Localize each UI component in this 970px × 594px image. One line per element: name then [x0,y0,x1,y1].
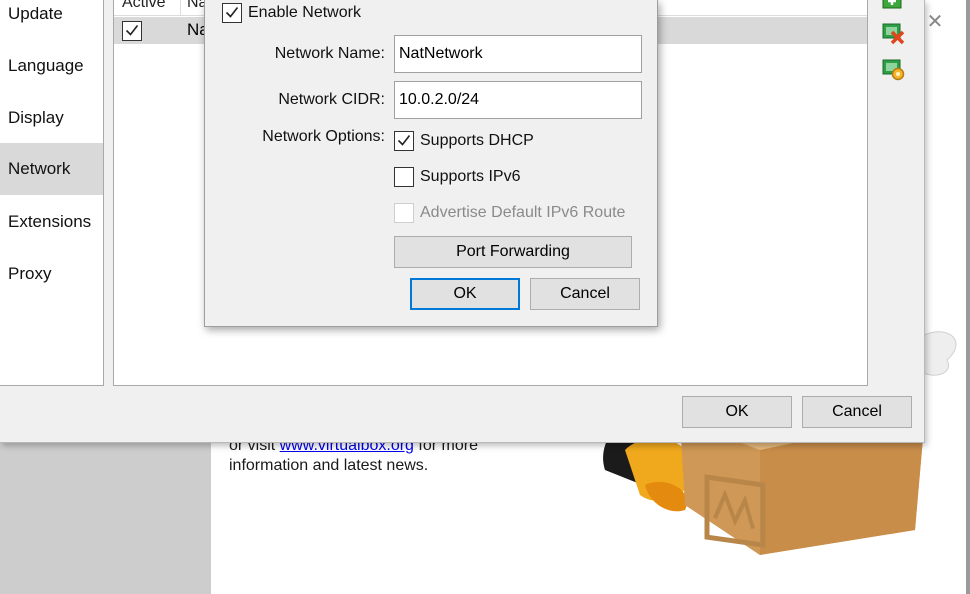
network-cidr-input[interactable] [394,81,642,119]
network-name-label: Network Name: [274,45,385,62]
nat-cancel-button[interactable]: Cancel [530,278,640,310]
preferences-ok-button[interactable]: OK [682,396,792,428]
sidebar-item-extensions[interactable]: Extensions [0,196,103,248]
enable-network-checkbox[interactable] [222,3,242,23]
add-network-icon[interactable] [880,0,906,14]
advertise-ipv6-route-checkbox [394,203,414,223]
sidebar-item-language[interactable]: Language [0,40,103,92]
welcome-text-line2: information and latest news. [229,457,429,474]
advertise-ipv6-route-label: Advertise Default IPv6 Route [420,204,626,221]
port-forwarding-button[interactable]: Port Forwarding [394,236,632,268]
remove-network-icon[interactable] [880,20,906,46]
row-active-checkbox[interactable] [122,21,142,41]
supports-ipv6-checkbox[interactable] [394,167,414,187]
supports-dhcp-label[interactable]: Supports DHCP [420,132,534,150]
network-name-input[interactable] [394,35,642,73]
sidebar-item-display[interactable]: Display [0,92,103,144]
column-header-active[interactable]: Active [122,0,166,12]
preferences-sidebar: Update Language Display Network Extensio… [0,0,104,386]
sidebar-item-network[interactable]: Network [0,143,103,195]
nat-network-details-dialog: Enable Network Network Name: Network CID… [204,0,658,327]
network-options-label: Network Options: [262,128,385,145]
edit-network-icon[interactable] [880,56,906,82]
preferences-cancel-button[interactable]: Cancel [802,396,912,428]
checkmark-icon [125,25,139,36]
nat-ok-button[interactable]: OK [410,278,520,310]
network-cidr-label: Network CIDR: [278,91,385,108]
supports-dhcp-checkbox[interactable] [394,131,414,151]
checkmark-icon [225,7,239,18]
column-divider [180,0,181,15]
sidebar-item-proxy[interactable]: Proxy [0,248,103,300]
supports-ipv6-label[interactable]: Supports IPv6 [420,168,521,186]
sidebar-item-update[interactable]: Update [0,0,103,40]
enable-network-label[interactable]: Enable Network [248,4,361,22]
checkmark-icon [397,135,411,146]
close-icon[interactable]: ✕ [925,12,945,32]
